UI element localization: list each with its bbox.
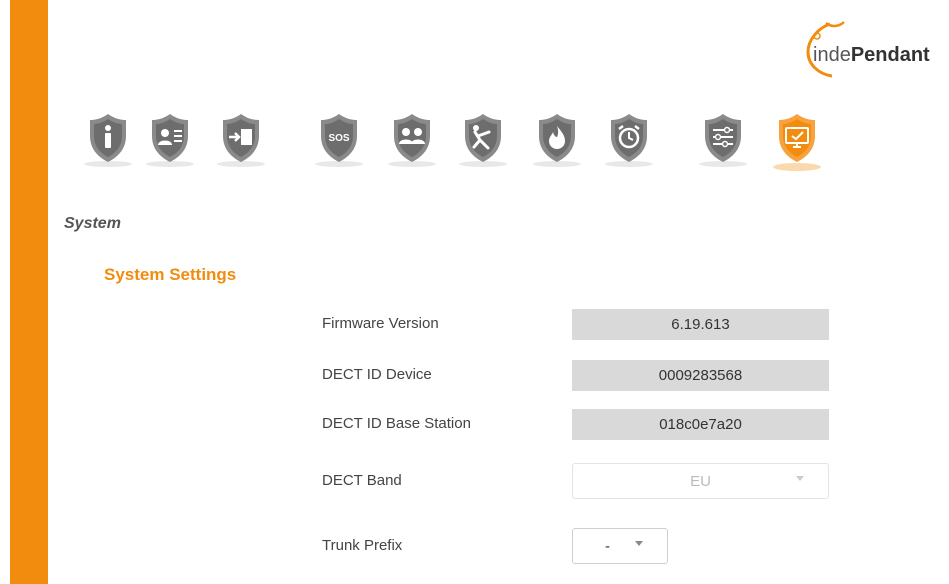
section-title: System	[64, 215, 121, 232]
contacts-list-icon	[146, 114, 194, 167]
alarm-clock-icon	[605, 114, 653, 167]
nav-sos[interactable]: SOS	[314, 110, 364, 180]
settings-sliders-icon	[699, 114, 747, 167]
trunk-prefix-label: Trunk Prefix	[322, 537, 403, 554]
firmware-label: Firmware Version	[322, 315, 439, 332]
dect-band-value: EU	[690, 473, 711, 490]
nav-system[interactable]	[772, 110, 822, 180]
left-margin	[0, 0, 10, 584]
nav-info[interactable]	[83, 110, 133, 180]
dect-band-select[interactable]: EU	[572, 463, 829, 499]
nav-fall-detection[interactable]	[458, 110, 508, 180]
brand-suffix: Pendant	[850, 44, 930, 66]
brand-name: indePendant	[813, 44, 930, 67]
trunk-prefix-value: -	[605, 538, 610, 555]
chevron-down-icon	[796, 476, 804, 481]
side-accent-bar	[10, 0, 48, 584]
system-monitor-icon	[773, 114, 821, 171]
trunk-prefix-select[interactable]: -	[572, 528, 668, 564]
sos-icon-text: SOS	[328, 133, 349, 144]
fall-detection-icon	[459, 114, 507, 167]
nav-group[interactable]	[387, 110, 437, 180]
nav-login[interactable]	[216, 110, 266, 180]
dect-base-value: 018c0e7a20	[572, 409, 829, 440]
nav-alarm-clock[interactable]	[604, 110, 654, 180]
dect-base-label: DECT ID Base Station	[322, 415, 471, 432]
nav-toolbar: SOS	[0, 100, 949, 190]
dect-base-row: DECT ID Base Station 018c0e7a20	[0, 409, 949, 440]
login-icon	[217, 114, 265, 167]
dect-band-row: DECT Band EU	[0, 463, 949, 499]
dect-device-row: DECT ID Device 0009283568	[0, 360, 949, 391]
nav-settings[interactable]	[698, 110, 748, 180]
brand-prefix: inde	[813, 44, 851, 66]
firmware-value: 6.19.613	[572, 309, 829, 340]
dect-device-label: DECT ID Device	[322, 366, 432, 383]
info-icon	[84, 114, 132, 167]
firmware-row: Firmware Version 6.19.613	[0, 309, 949, 340]
dect-band-label: DECT Band	[322, 472, 402, 489]
nav-contacts[interactable]	[145, 110, 195, 180]
group-icon	[388, 114, 436, 167]
subsection-title: System Settings	[104, 265, 237, 284]
trunk-prefix-row: Trunk Prefix -	[0, 528, 949, 564]
sos-icon: SOS	[315, 114, 363, 167]
fire-icon	[533, 114, 581, 167]
nav-fire[interactable]	[532, 110, 582, 180]
dect-device-value: 0009283568	[572, 360, 829, 391]
chevron-down-icon	[635, 541, 643, 546]
